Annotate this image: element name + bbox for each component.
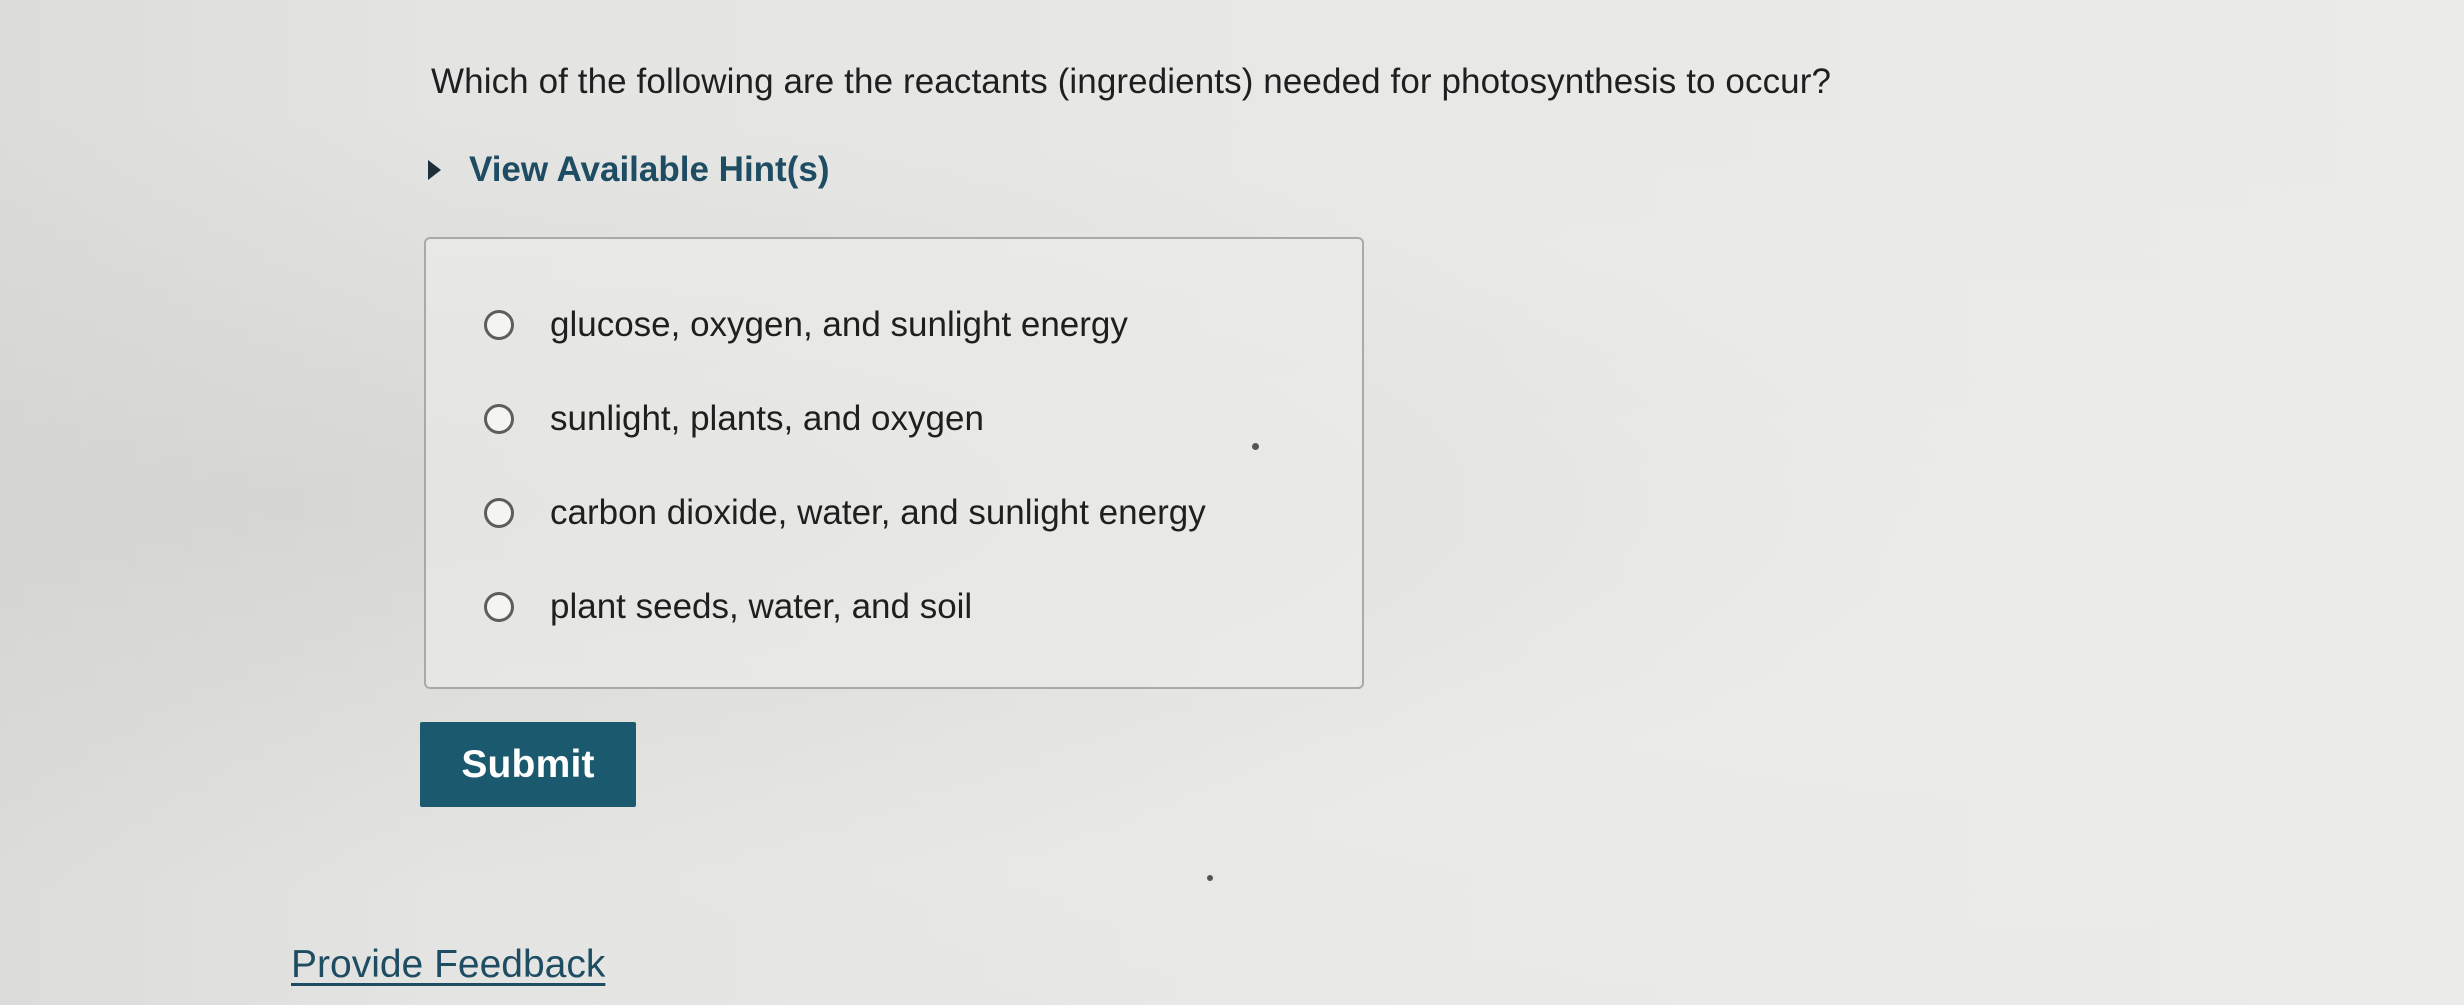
- answer-options-box: glucose, oxygen, and sunlight energy sun…: [424, 237, 1364, 689]
- answer-option-label: glucose, oxygen, and sunlight energy: [550, 305, 1128, 344]
- radio-button-icon[interactable]: [484, 310, 514, 340]
- submit-button[interactable]: Submit: [420, 722, 636, 807]
- radio-button-icon[interactable]: [484, 592, 514, 622]
- question-text: Which of the following are the reactants…: [431, 62, 1832, 101]
- answer-option-2[interactable]: sunlight, plants, and oxygen: [484, 399, 984, 439]
- answer-option-4[interactable]: plant seeds, water, and soil: [484, 587, 972, 627]
- screen-dust-speck: [1207, 875, 1213, 881]
- view-hints-toggle[interactable]: View Available Hint(s): [428, 150, 829, 190]
- answer-option-label: sunlight, plants, and oxygen: [550, 399, 984, 438]
- radio-button-icon[interactable]: [484, 404, 514, 434]
- screen-dust-speck: [1252, 443, 1259, 450]
- answer-option-3[interactable]: carbon dioxide, water, and sunlight ener…: [484, 493, 1206, 533]
- view-hints-label: View Available Hint(s): [469, 150, 830, 189]
- answer-option-label: plant seeds, water, and soil: [550, 587, 973, 626]
- caret-right-icon: [428, 160, 441, 180]
- radio-button-icon[interactable]: [484, 498, 514, 528]
- answer-option-label: carbon dioxide, water, and sunlight ener…: [550, 493, 1206, 532]
- provide-feedback-link[interactable]: Provide Feedback: [291, 943, 605, 987]
- answer-option-1[interactable]: glucose, oxygen, and sunlight energy: [484, 305, 1128, 345]
